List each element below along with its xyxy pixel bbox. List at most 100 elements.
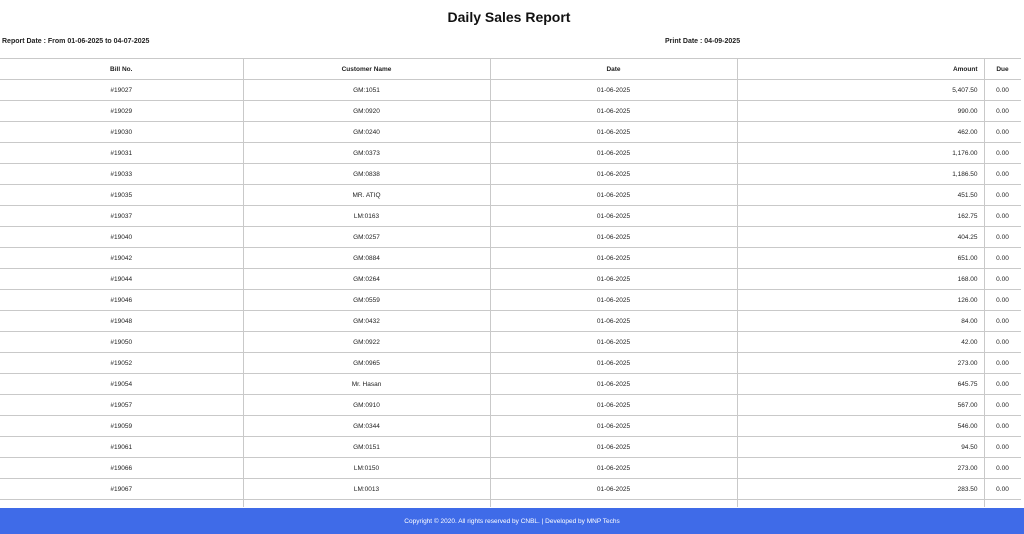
amount-cell: 283.50 (736, 478, 985, 500)
amount-cell: 546.00 (736, 415, 985, 437)
customer-name-cell: GM:0884 (242, 247, 491, 269)
table-row[interactable]: #19067 LM:0013 01-06-2025 283.50 0.00 (0, 478, 1021, 500)
table-row[interactable]: #19037 LM:0163 01-06-2025 162.75 0.00 (0, 205, 1021, 227)
table-row[interactable]: #19030 GM:0240 01-06-2025 462.00 0.00 (0, 121, 1021, 143)
date-cell: 01-06-2025 (489, 394, 738, 416)
table-row[interactable] (0, 499, 1021, 507)
table-row[interactable]: #19042 GM:0884 01-06-2025 651.00 0.00 (0, 247, 1021, 269)
due-cell: 0.00 (983, 79, 1021, 101)
due-cell: 0.00 (983, 436, 1021, 458)
due-cell: 0.00 (983, 289, 1021, 311)
bill-no-cell (0, 499, 244, 507)
table-row[interactable]: #19044 GM:0264 01-06-2025 168.00 0.00 (0, 268, 1021, 290)
bill-no-cell: #19054 (0, 373, 244, 395)
due-cell: 0.00 (983, 478, 1021, 500)
due-cell: 0.00 (983, 373, 1021, 395)
page-title: Daily Sales Report (447, 9, 571, 25)
due-cell (983, 499, 1021, 507)
bill-no-cell: #19046 (0, 289, 244, 311)
bill-no-cell: #19048 (0, 310, 244, 332)
due-cell: 0.00 (983, 310, 1021, 332)
table-row[interactable]: #19057 GM:0910 01-06-2025 567.00 0.00 (0, 394, 1021, 416)
print-date: Print Date : 04-09-2025 (665, 38, 741, 45)
due-cell: 0.00 (983, 352, 1021, 374)
bill-no-cell: #19057 (0, 394, 244, 416)
column-header-due[interactable]: Due (983, 58, 1021, 80)
date-cell (489, 499, 738, 507)
table-row[interactable]: #19033 GM:0838 01-06-2025 1,186.50 0.00 (0, 163, 1021, 185)
amount-cell: 84.00 (736, 310, 985, 332)
date-cell: 01-06-2025 (489, 415, 738, 437)
amount-cell: 651.00 (736, 247, 985, 269)
column-header-date[interactable]: Date (489, 58, 738, 80)
column-header-amount[interactable]: Amount (736, 58, 985, 80)
date-cell: 01-06-2025 (489, 436, 738, 458)
amount-cell: 990.00 (736, 100, 985, 122)
customer-name-cell (242, 499, 491, 507)
customer-name-cell: GM:0559 (242, 289, 491, 311)
table-row[interactable]: #19027 GM:1051 01-06-2025 5,407.50 0.00 (0, 79, 1021, 101)
table-row[interactable]: #19052 GM:0965 01-06-2025 273.00 0.00 (0, 352, 1021, 374)
table-row[interactable]: #19054 Mr. Hasan 01-06-2025 645.75 0.00 (0, 373, 1021, 395)
amount-cell: 5,407.50 (736, 79, 985, 101)
bill-no-cell: #19031 (0, 142, 244, 164)
due-cell: 0.00 (983, 163, 1021, 185)
due-cell: 0.00 (983, 121, 1021, 143)
customer-name-cell: LM:0163 (242, 205, 491, 227)
date-cell: 01-06-2025 (489, 247, 738, 269)
due-cell: 0.00 (983, 247, 1021, 269)
date-cell: 01-06-2025 (489, 226, 738, 248)
bill-no-cell: #19052 (0, 352, 244, 374)
amount-cell: 273.00 (736, 457, 985, 479)
bill-no-cell: #19037 (0, 205, 244, 227)
date-cell: 01-06-2025 (489, 163, 738, 185)
bill-no-cell: #19061 (0, 436, 244, 458)
amount-cell: 126.00 (736, 289, 985, 311)
due-cell: 0.00 (983, 226, 1021, 248)
report-page: Daily Sales Report Report Date : From 01… (0, 0, 1024, 534)
customer-name-cell: LM:0150 (242, 457, 491, 479)
bill-no-cell: #19027 (0, 79, 244, 101)
customer-name-cell: GM:0922 (242, 331, 491, 353)
sales-table-container[interactable]: Bill No. Customer Name Date Amount Due #… (0, 58, 1021, 507)
date-cell: 01-06-2025 (489, 478, 738, 500)
table-body: #19027 GM:1051 01-06-2025 5,407.50 0.00 #1902… (0, 79, 1021, 507)
amount-cell: 645.75 (736, 373, 985, 395)
date-cell: 01-06-2025 (489, 79, 738, 101)
table-row[interactable]: #19040 GM:0257 01-06-2025 404.25 0.00 (0, 226, 1021, 248)
table-row[interactable]: #19059 GM:0344 01-06-2025 546.00 0.00 (0, 415, 1021, 437)
copyright-text: Copyright © 2020. All rights reserved by… (404, 518, 620, 525)
table-row[interactable]: #19050 GM:0922 01-06-2025 42.00 0.00 (0, 331, 1021, 353)
due-cell: 0.00 (983, 184, 1021, 206)
bill-no-cell: #19040 (0, 226, 244, 248)
amount-cell: 451.50 (736, 184, 985, 206)
amount-cell: 404.25 (736, 226, 985, 248)
table-row[interactable]: #19029 GM:0920 01-06-2025 990.00 0.00 (0, 100, 1021, 122)
customer-name-cell: LM:0013 (242, 478, 491, 500)
table-row[interactable]: #19048 GM:0432 01-06-2025 84.00 0.00 (0, 310, 1021, 332)
due-cell: 0.00 (983, 415, 1021, 437)
due-cell: 0.00 (983, 205, 1021, 227)
date-cell: 01-06-2025 (489, 184, 738, 206)
amount-cell: 567.00 (736, 394, 985, 416)
date-cell: 01-06-2025 (489, 331, 738, 353)
table-row[interactable]: #19061 GM:0151 01-06-2025 94.50 0.00 (0, 436, 1021, 458)
column-header-customer-name[interactable]: Customer Name (242, 58, 491, 80)
date-cell: 01-06-2025 (489, 289, 738, 311)
date-cell: 01-06-2025 (489, 205, 738, 227)
customer-name-cell: GM:0151 (242, 436, 491, 458)
date-cell: 01-06-2025 (489, 121, 738, 143)
table-row[interactable]: #19066 LM:0150 01-06-2025 273.00 0.00 (0, 457, 1021, 479)
table-row[interactable]: #19035 MR. ATIQ 01-06-2025 451.50 0.00 (0, 184, 1021, 206)
amount-cell: 162.75 (736, 205, 985, 227)
table-header-row: Bill No. Customer Name Date Amount Due (0, 58, 1021, 80)
customer-name-cell: Mr. Hasan (242, 373, 491, 395)
table-row[interactable]: #19046 GM:0559 01-06-2025 126.00 0.00 (0, 289, 1021, 311)
bill-no-cell: #19067 (0, 478, 244, 500)
amount-cell: 1,176.00 (736, 142, 985, 164)
customer-name-cell: GM:1051 (242, 79, 491, 101)
table-row[interactable]: #19031 GM:0373 01-06-2025 1,176.00 0.00 (0, 142, 1021, 164)
customer-name-cell: GM:0264 (242, 268, 491, 290)
column-header-bill-no[interactable]: Bill No. (0, 58, 244, 80)
customer-name-cell: GM:0920 (242, 100, 491, 122)
